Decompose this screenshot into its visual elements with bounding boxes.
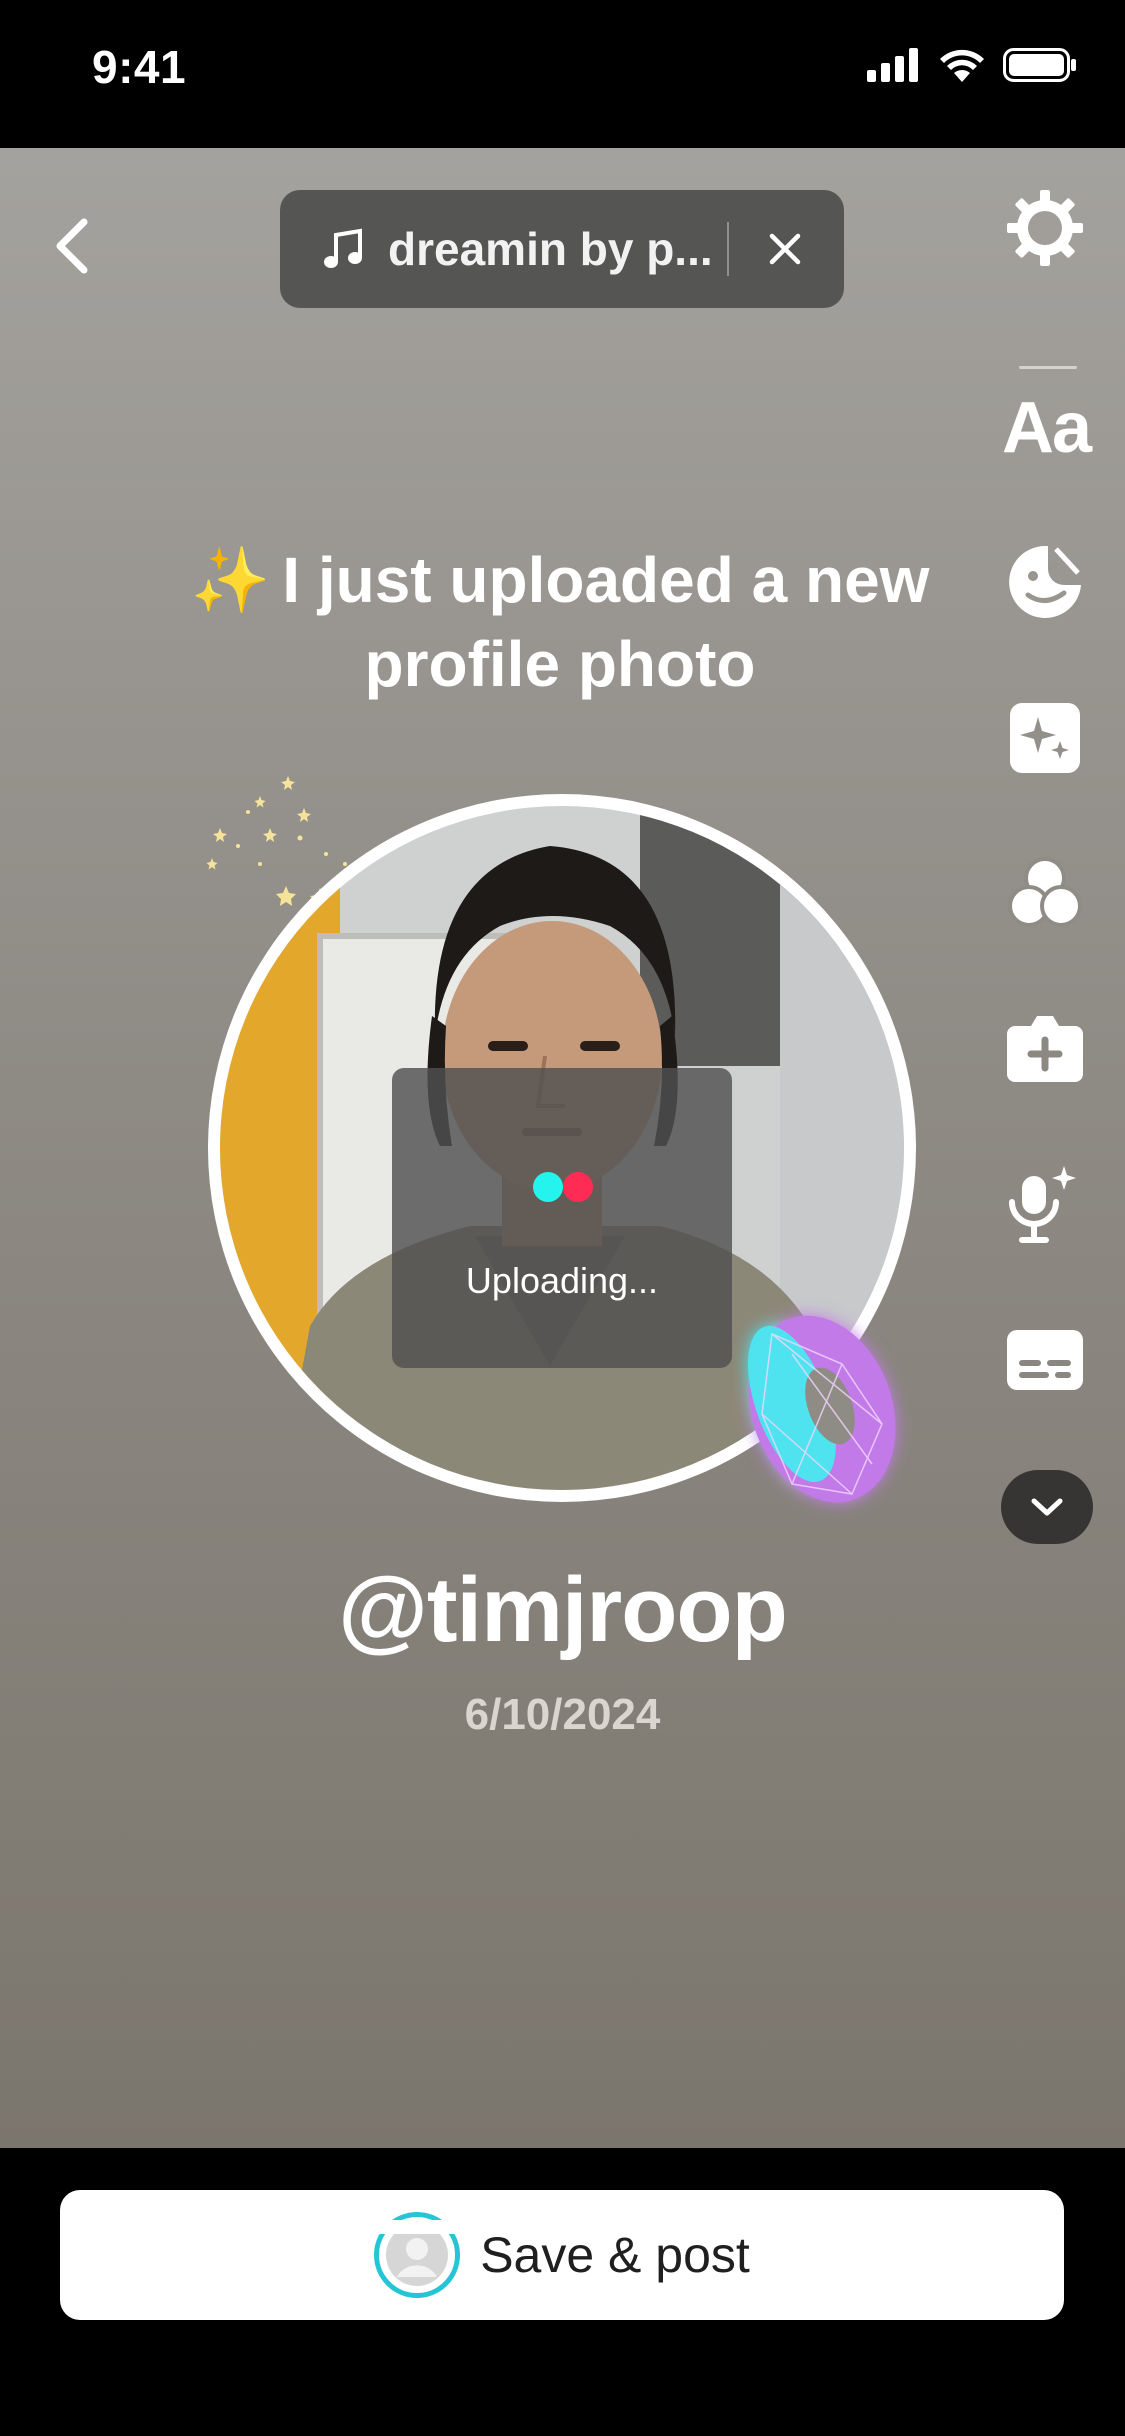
filters-icon (1008, 857, 1082, 927)
add-camera-icon (1007, 1016, 1083, 1082)
chevron-left-icon (56, 218, 88, 274)
headline-text: I just uploaded a new profile photo (282, 544, 930, 700)
more-tools-button[interactable] (1001, 1470, 1093, 1544)
toolbar-divider (1019, 366, 1077, 369)
sparkle-emoji: ✨ (190, 544, 271, 616)
signal-icon (867, 48, 918, 82)
wifi-icon (940, 49, 984, 82)
status-icons (867, 48, 1077, 82)
loading-spinner-icon (533, 1172, 593, 1202)
captions-button[interactable] (1005, 1320, 1085, 1400)
upload-status: Uploading... (465, 1260, 659, 1301)
text-icon: Aa (1001, 388, 1092, 468)
battery-icon (1003, 48, 1076, 82)
post-date: 6/10/2024 (464, 1690, 661, 1739)
settings-icon (1007, 190, 1083, 266)
music-note-icon (324, 228, 362, 268)
donut-sticker (748, 1315, 896, 1503)
effects-icon (1010, 703, 1080, 773)
captions-icon (1007, 1330, 1083, 1390)
voice-effects-icon (1009, 1166, 1076, 1243)
side-toolbar: Aa (965, 188, 1125, 1708)
post-headline: ✨ I just uploaded a new profile photo (150, 538, 970, 706)
save-and-post-label: Save & post (480, 2227, 750, 2283)
sticker-icon (1009, 546, 1081, 618)
filters-button[interactable] (1005, 854, 1085, 934)
music-title: dreamin by p... (388, 223, 713, 275)
save-and-post-button[interactable]: Save & post (60, 2190, 1064, 2320)
chevron-down-icon (1031, 1498, 1063, 1516)
status-time: 9:41 (92, 41, 187, 93)
text-button[interactable]: Aa (1001, 388, 1092, 468)
settings-button[interactable] (1005, 188, 1085, 268)
voice-effects-button[interactable] (1005, 1164, 1085, 1244)
effects-button[interactable] (1005, 698, 1085, 778)
back-button[interactable] (40, 214, 104, 278)
add-camera-button[interactable] (1005, 1008, 1085, 1088)
stickers-button[interactable] (1005, 542, 1085, 622)
username-handle: @timjroop (338, 1559, 788, 1661)
close-icon (769, 233, 801, 265)
upload-progress-dialog: Uploading... (392, 1068, 732, 1368)
status-bar: 9:41 (0, 0, 1125, 148)
music-selector[interactable]: dreamin by p... (280, 190, 844, 308)
bottom-bar: Save & post (0, 2148, 1125, 2436)
remove-music-button[interactable] (756, 220, 814, 278)
music-divider (727, 222, 729, 276)
story-canvas: dreamin by p... Aa ✨ I just uploaded a n… (0, 148, 1125, 2148)
home-indicator (362, 2220, 764, 2234)
